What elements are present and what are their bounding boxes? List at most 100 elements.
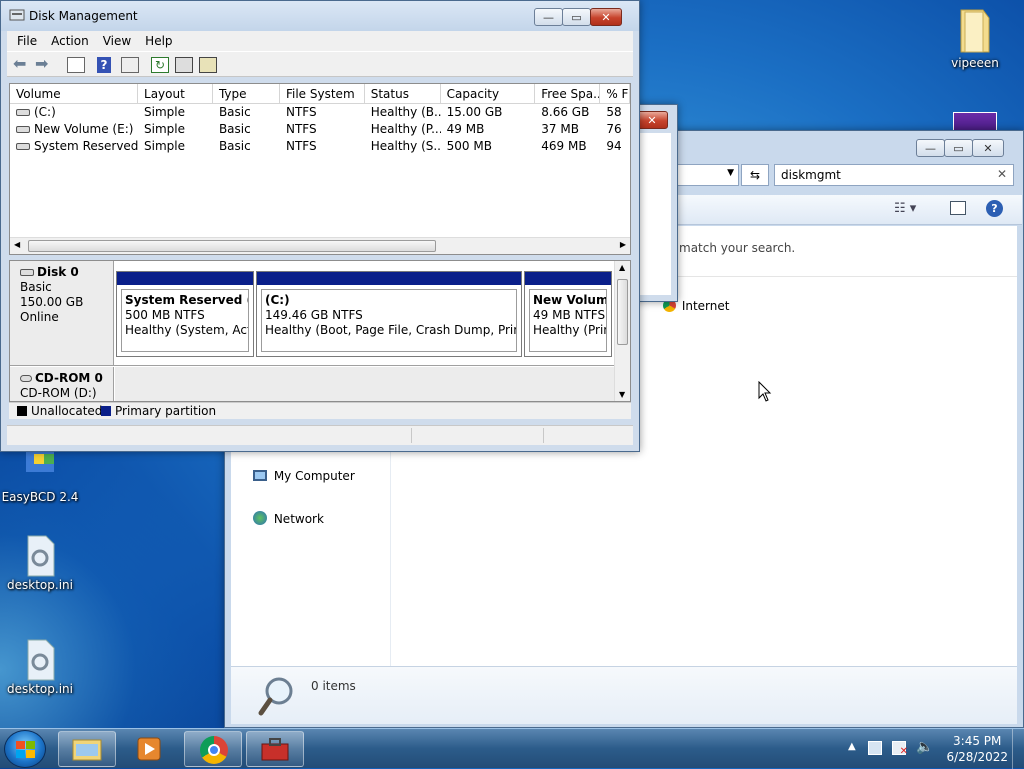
- cdrom-area: [115, 367, 614, 401]
- taskbar: ▲ ✕ 🔈 3:45 PM 6/28/2022: [0, 728, 1024, 769]
- preview-pane-icon[interactable]: [950, 201, 966, 215]
- help-icon[interactable]: ?: [986, 200, 1003, 217]
- mouse-cursor-icon: [758, 380, 772, 406]
- minimize-button[interactable]: —: [534, 8, 563, 26]
- column-header-percent-free[interactable]: % F: [600, 84, 630, 103]
- search-input[interactable]: diskmgmt ✕: [774, 164, 1014, 186]
- scroll-left-icon[interactable]: ◀: [14, 240, 20, 249]
- window-title: Disk Management: [29, 9, 138, 23]
- help-book-icon[interactable]: ?: [97, 57, 111, 73]
- status-bar: [7, 425, 633, 445]
- action-center-icon[interactable]: [868, 741, 882, 755]
- menu-help[interactable]: Help: [141, 34, 178, 48]
- partition-c[interactable]: (C:) 149.46 GB NTFS Healthy (Boot, Page …: [256, 271, 522, 357]
- column-header-type[interactable]: Type: [213, 84, 280, 103]
- legend-primary-swatch: [101, 406, 111, 416]
- clock[interactable]: 3:45 PM 6/28/2022: [946, 733, 1008, 765]
- taskbar-media-player[interactable]: [120, 731, 178, 767]
- forward-arrow-icon[interactable]: ➡: [35, 54, 53, 73]
- volume-cell: System Reserved (...: [10, 138, 138, 155]
- table-row[interactable]: (C:) Simple Basic NTFS Healthy (B... 15.…: [10, 104, 630, 121]
- desktop-icon-desktop-ini-1[interactable]: desktop.ini: [0, 534, 80, 592]
- scroll-right-icon[interactable]: ▶: [620, 240, 626, 249]
- partition-size: 149.46 GB NTFS: [265, 308, 363, 322]
- scroll-up-icon[interactable]: ▲: [619, 263, 625, 272]
- desktop-icon-vipeeen[interactable]: vipeeen: [935, 6, 1015, 70]
- desktop-icon-label: desktop.ini: [7, 578, 73, 592]
- network-icon: [253, 511, 267, 525]
- scroll-down-icon[interactable]: ▼: [619, 390, 625, 399]
- results-divider: [639, 276, 1017, 277]
- column-header-capacity[interactable]: Capacity: [441, 84, 536, 103]
- cdrom-icon: [20, 375, 32, 382]
- taskbar-computer-management[interactable]: [246, 731, 304, 767]
- network-status-icon[interactable]: ✕: [892, 741, 908, 757]
- partition-bar: [525, 272, 611, 285]
- refresh-button[interactable]: ⇆: [741, 164, 769, 186]
- start-button[interactable]: [4, 730, 46, 768]
- show-desktop-button[interactable]: [1012, 729, 1024, 769]
- scrollbar-thumb[interactable]: [28, 240, 436, 252]
- status-cell: Healthy (B...: [370, 105, 441, 119]
- volume-icon[interactable]: 🔈: [916, 739, 933, 755]
- menu-action[interactable]: Action: [47, 34, 95, 48]
- background-window-edge: [953, 112, 997, 132]
- menu-view[interactable]: View: [99, 34, 137, 48]
- menu-file[interactable]: File: [13, 34, 43, 48]
- cdrom-0-label[interactable]: CD-ROM 0 CD-ROM (D:): [10, 367, 114, 401]
- disk-0-label[interactable]: Disk 0 Basic 150.00 GB Online: [10, 261, 114, 365]
- maximize-button[interactable]: ▭: [562, 8, 591, 26]
- chevron-down-icon[interactable]: ▼: [727, 168, 734, 178]
- disk-name: Disk 0: [37, 265, 79, 279]
- nav-item-my-computer[interactable]: My Computer: [253, 469, 355, 483]
- column-header-status[interactable]: Status: [365, 84, 441, 103]
- column-header-volume[interactable]: Volume: [10, 84, 139, 103]
- details-pane: 0 items: [231, 666, 1017, 724]
- pct-cell: 76: [606, 122, 622, 136]
- horizontal-scrollbar[interactable]: ◀ ▶: [10, 237, 630, 254]
- taskbar-explorer[interactable]: [58, 731, 116, 767]
- free-cell: 8.66 GB: [541, 105, 590, 119]
- table-row[interactable]: System Reserved (... Simple Basic NTFS H…: [10, 138, 630, 155]
- desktop-icon-easybcd[interactable]: EasyBCD 2.4: [0, 446, 80, 504]
- toolbar: ⬅ ➡ ? ↻: [7, 51, 633, 77]
- scrollbar-thumb[interactable]: [617, 279, 628, 345]
- disk-size: 150.00 GB: [20, 295, 84, 309]
- layout-cell: Simple: [144, 139, 186, 153]
- taskbar-chrome[interactable]: [184, 731, 242, 767]
- properties-icon[interactable]: [121, 57, 139, 73]
- views-icon[interactable]: ☷ ▾: [894, 201, 916, 216]
- partition-new-volume[interactable]: New Volume 49 MB NTFS Healthy (Prim: [524, 271, 612, 357]
- desktop-icon-label: vipeeen: [951, 56, 999, 70]
- folder-icon: [72, 739, 102, 761]
- table-row[interactable]: New Volume (E:) Simple Basic NTFS Health…: [10, 121, 630, 138]
- close-button[interactable]: ✕: [636, 111, 668, 129]
- maximize-button[interactable]: ▭: [944, 139, 973, 157]
- volume-cell: (C:): [10, 104, 138, 121]
- column-header-layout[interactable]: Layout: [138, 84, 213, 103]
- vertical-scrollbar[interactable]: ▲ ▼: [614, 261, 630, 401]
- close-button[interactable]: ✕: [590, 8, 622, 26]
- nav-item-network[interactable]: Network: [253, 511, 324, 526]
- status-divider: [543, 428, 544, 443]
- partition-system-reserved[interactable]: System Reserved (S:) 500 MB NTFS Healthy…: [116, 271, 254, 357]
- close-button[interactable]: ✕: [972, 139, 1004, 157]
- pct-cell: 94: [606, 139, 622, 153]
- partition-details: New Volume 49 MB NTFS Healthy (Prim: [529, 289, 607, 352]
- settings-icon[interactable]: [199, 57, 217, 73]
- show-hidden-icons-icon[interactable]: ▲: [848, 741, 856, 752]
- column-header-free-space[interactable]: Free Spa...: [535, 84, 601, 103]
- show-hide-tree-icon[interactable]: [67, 57, 85, 73]
- cdrom-drive-label: CD-ROM (D:): [20, 386, 97, 400]
- clear-search-icon[interactable]: ✕: [997, 167, 1007, 181]
- rescan-disks-icon[interactable]: [175, 57, 193, 73]
- search-input-value: diskmgmt: [781, 168, 841, 182]
- back-arrow-icon[interactable]: ⬅: [13, 54, 31, 73]
- hard-disk-icon: [20, 269, 34, 276]
- free-cell: 469 MB: [541, 139, 587, 153]
- refresh-icon[interactable]: ↻: [151, 57, 169, 73]
- column-header-file-system[interactable]: File System: [280, 84, 365, 103]
- minimize-button[interactable]: —: [916, 139, 945, 157]
- volume-list-header: Volume Layout Type File System Status Ca…: [10, 84, 630, 104]
- desktop-icon-desktop-ini-2[interactable]: desktop.ini: [0, 638, 80, 696]
